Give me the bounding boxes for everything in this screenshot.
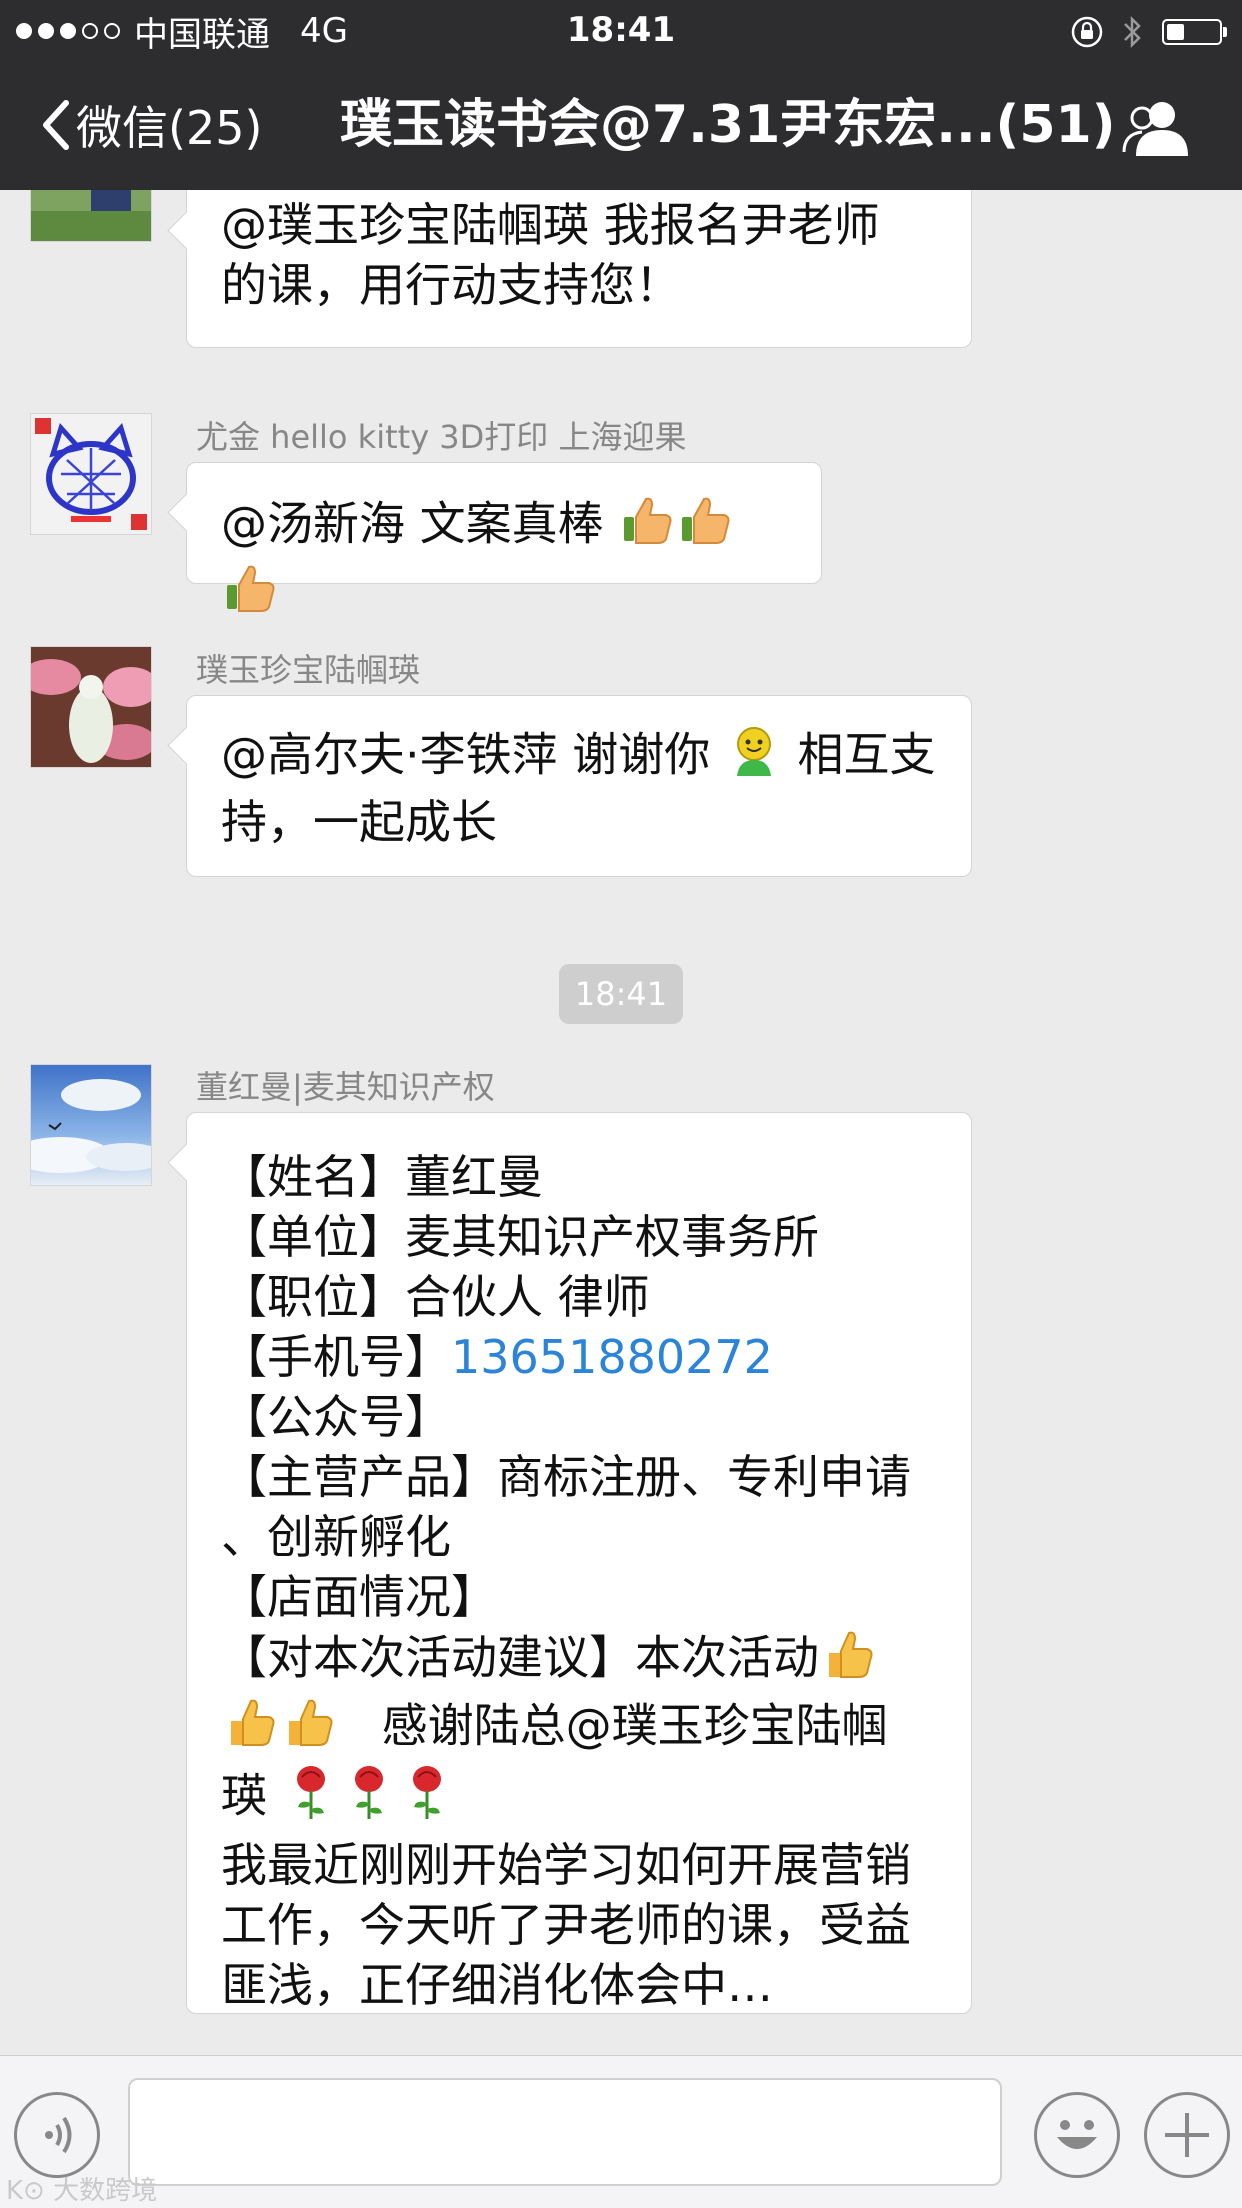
message-text: 【单位】麦其知识产权事务所 xyxy=(221,1210,819,1264)
status-right xyxy=(1070,12,1227,52)
message-text: 感谢陆总@璞玉珍宝陆帼 xyxy=(381,1698,888,1753)
sender-name: 尤金 hello kitty 3D打印 上海迎果 xyxy=(196,418,687,456)
thumbs-up-icon xyxy=(620,493,674,561)
chat-title: 璞玉读书会@7.31尹东宏...(51) xyxy=(340,95,1116,155)
phone-number-link[interactable]: 13651880272 xyxy=(451,1330,773,1384)
hello-kitty-3d-avatar xyxy=(31,414,151,534)
chat-input-bar xyxy=(0,2055,1242,2208)
message-text: 【公众号】 xyxy=(221,1390,451,1444)
plus-icon xyxy=(1165,2113,1209,2157)
message-text: 匪浅，正仔细消化体会中… xyxy=(221,1958,773,2012)
battery-icon xyxy=(1162,19,1227,45)
chat-message-list[interactable]: @璞玉珍宝陆帼瑛 我报名尹老师 的课，用行动支持您！ 尤金 hello kitt… xyxy=(0,190,1242,2055)
message-bubble[interactable]: @璞玉珍宝陆帼瑛 我报名尹老师 的课，用行动支持您！ xyxy=(186,190,972,348)
thumbs-up-icon xyxy=(223,1695,277,1763)
voice-icon xyxy=(45,2116,72,2154)
avatar[interactable] xyxy=(30,413,152,535)
message-text: 【对本次活动建议】本次活动 xyxy=(221,1630,819,1685)
avatar[interactable] xyxy=(30,1064,152,1186)
thumbs-up-icon xyxy=(223,561,277,629)
more-actions-button[interactable] xyxy=(1144,2092,1230,2178)
message-text: 【手机号】 xyxy=(221,1330,451,1384)
message-line: @高尔夫·李铁萍 谢谢你 相互支 xyxy=(221,724,941,792)
thumbs-up-icon xyxy=(821,1627,875,1695)
wechat-chat-screen: 中国联通 4G 18:41 微信(25) 璞玉读书会@7.31尹东宏...(51… xyxy=(0,0,1242,2208)
message-bubble[interactable]: @汤新海 文案真棒 xyxy=(186,462,822,612)
message-text: 工作，今天听了尹老师的课，受益 xyxy=(221,1898,911,1952)
message-text: 【职位】合伙人 律师 xyxy=(221,1270,650,1324)
message-text: @高尔夫·李铁萍 谢谢你 xyxy=(221,727,711,782)
message-text: 【主营产品】商标注册、专利申请 xyxy=(221,1450,911,1504)
message-text: 我最近刚刚开始学习如何开展营销 xyxy=(221,1838,911,1892)
bluetooth-icon xyxy=(1124,15,1141,49)
smile-emoji-icon xyxy=(727,724,781,792)
chat-header: 微信(25) 璞玉读书会@7.31尹东宏...(51) xyxy=(0,62,1242,190)
sender-name: 董红曼|麦其知识产权 xyxy=(196,1068,495,1106)
jade-buddha-avatar xyxy=(31,647,151,767)
group-members-icon xyxy=(1122,102,1188,156)
voice-input-button[interactable] xyxy=(14,2092,100,2178)
timestamp-chip: 18:41 xyxy=(559,964,683,1024)
back-button[interactable]: 微信(25) xyxy=(38,92,262,158)
message-line: 瑛 xyxy=(221,1763,941,1835)
status-time: 18:41 xyxy=(566,10,676,50)
message-line: 【对本次活动建议】本次活动 xyxy=(221,1627,941,1695)
message-text: 【店面情况】 xyxy=(221,1570,497,1624)
message-line: 感谢陆总@璞玉珍宝陆帼 xyxy=(221,1695,941,1763)
emoji-smile-icon xyxy=(1057,2120,1097,2149)
watermark-logo-icon: K⊙ xyxy=(6,2176,54,2206)
watermark: K⊙ 大数跨境 xyxy=(6,2170,157,2207)
avatar[interactable] xyxy=(30,646,152,768)
thumbs-up-icon xyxy=(678,493,732,561)
message-bubble[interactable]: @高尔夫·李铁萍 谢谢你 相互支 持，一起成长 xyxy=(186,695,972,877)
status-bar: 中国联通 4G 18:41 xyxy=(0,0,1242,62)
avatar-image xyxy=(31,190,151,241)
rose-icon xyxy=(284,1763,338,1835)
rose-icon xyxy=(342,1763,396,1835)
message-text: @璞玉珍宝陆帼瑛 我报名尹老师 xyxy=(221,198,880,252)
message-text: 瑛 xyxy=(221,1768,267,1823)
emoji-button[interactable] xyxy=(1034,2092,1120,2178)
sky-avatar xyxy=(31,1065,151,1185)
message-text: 相互支 xyxy=(797,727,936,782)
message-text: 、创新孵化 xyxy=(221,1510,451,1564)
chevron-left-icon xyxy=(43,100,69,150)
sender-name: 璞玉珍宝陆帼瑛 xyxy=(196,651,421,689)
rose-icon xyxy=(400,1763,454,1835)
watermark-text: 大数跨境 xyxy=(53,2176,158,2206)
message-bubble[interactable]: 【姓名】董红曼 【单位】麦其知识产权事务所 【职位】合伙人 律师 【手机号】13… xyxy=(186,1112,972,2014)
message-text: 的课，用行动支持您！ xyxy=(221,258,681,312)
message-text: 【姓名】董红曼 xyxy=(221,1150,543,1204)
message-line: 【手机号】13651880272 xyxy=(221,1327,941,1387)
orientation-lock-icon xyxy=(1071,16,1103,48)
back-label: 微信(25) xyxy=(76,101,263,155)
message-text: 持，一起成长 xyxy=(221,795,497,849)
message-text: @汤新海 文案真棒 xyxy=(221,496,604,551)
thumbs-up-icon xyxy=(281,1695,335,1763)
message-input[interactable] xyxy=(128,2078,1002,2186)
group-members-button[interactable] xyxy=(1122,98,1192,158)
avatar[interactable] xyxy=(30,190,152,242)
